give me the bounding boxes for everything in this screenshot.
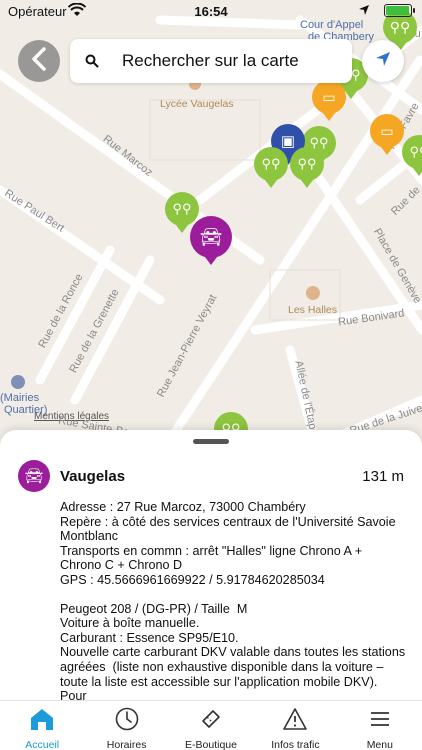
ticket-icon: ▭: [322, 88, 336, 105]
tab-horaires[interactable]: Horaires: [84, 701, 168, 750]
battery-level: [386, 6, 409, 15]
station-detail-sheet[interactable]: 🚘︎ Vaugelas 131 m Adresse : 27 Rue Marco…: [0, 430, 422, 700]
tab-accueil[interactable]: Accueil: [0, 701, 84, 750]
bike-icon: ⚲⚲: [409, 144, 422, 159]
ticket-point-marker[interactable]: ▭: [370, 114, 404, 148]
warning-icon: [282, 707, 308, 736]
tab-label: Infos trafic: [271, 739, 320, 750]
location-arrow-icon: [358, 4, 370, 19]
station-vehicle-block: Peugeot 208 / (DG-PR) / Taille M Voiture…: [60, 601, 406, 700]
station-header: 🚘︎ Vaugelas 131 m: [18, 460, 404, 494]
bike-station-marker[interactable]: ⚲⚲: [290, 147, 324, 181]
car-station-avatar: 🚘︎: [18, 460, 50, 492]
map-search-bar[interactable]: Rechercher sur la carte: [70, 39, 352, 83]
map-label-les-halles: Les Halles: [288, 304, 338, 316]
search-placeholder: Rechercher sur la carte: [122, 51, 299, 70]
tab-label: E-Boutique: [185, 739, 237, 750]
ticket-icon: [199, 707, 223, 736]
map-label-lycee: Lycée Vaugelas: [160, 98, 234, 110]
ticket-point-marker[interactable]: ▭: [312, 80, 346, 114]
menu-icon: [368, 707, 392, 736]
tab-infos-trafic[interactable]: Infos trafic: [253, 701, 337, 750]
tab-bar: Accueil Horaires E-Boutique Infos trafic…: [0, 700, 422, 750]
bike-icon: ⚲⚲: [297, 156, 317, 171]
tab-label: Horaires: [106, 739, 147, 750]
bike-icon: ⚲⚲: [261, 156, 281, 171]
station-details: Adresse : 27 Rue Marcoz, 73000 Chambéry …: [60, 500, 406, 700]
chevron-left-icon: [31, 46, 47, 76]
station-name: Vaugelas: [60, 468, 126, 485]
tab-e-boutique[interactable]: E-Boutique: [169, 701, 253, 750]
car-station-marker-selected[interactable]: 🚘︎: [190, 216, 232, 258]
home-icon: [29, 707, 55, 736]
bike-station-marker[interactable]: ⚲⚲: [165, 192, 199, 226]
tab-label: Menu: [366, 739, 393, 750]
search-icon: [70, 54, 114, 68]
back-button[interactable]: [18, 40, 60, 82]
battery-icon: [384, 4, 415, 17]
station-distance: 131 m: [362, 468, 404, 485]
sheet-drag-handle[interactable]: [193, 439, 229, 444]
navigation-arrow-icon: [374, 50, 392, 73]
tab-menu[interactable]: Menu: [338, 701, 422, 750]
station-address-block: Adresse : 27 Rue Marcoz, 73000 Chambéry …: [60, 500, 396, 587]
car-icon: 🚘︎: [199, 226, 223, 247]
tab-label: Accueil: [25, 739, 60, 750]
app-root: Lycée Vaugelas Cour d'Appel de Chambery …: [0, 0, 422, 750]
ticket-icon: ▭: [380, 122, 394, 139]
bike-icon: ⚲⚲: [172, 201, 192, 216]
clock-icon: [115, 707, 139, 736]
bike-station-marker[interactable]: ⚲⚲: [254, 147, 288, 181]
locate-me-button[interactable]: [362, 40, 404, 82]
status-bar: Opérateur 16:54: [0, 0, 422, 22]
car-icon: 🚘︎: [24, 468, 44, 485]
bus-icon: ▣: [280, 133, 296, 150]
